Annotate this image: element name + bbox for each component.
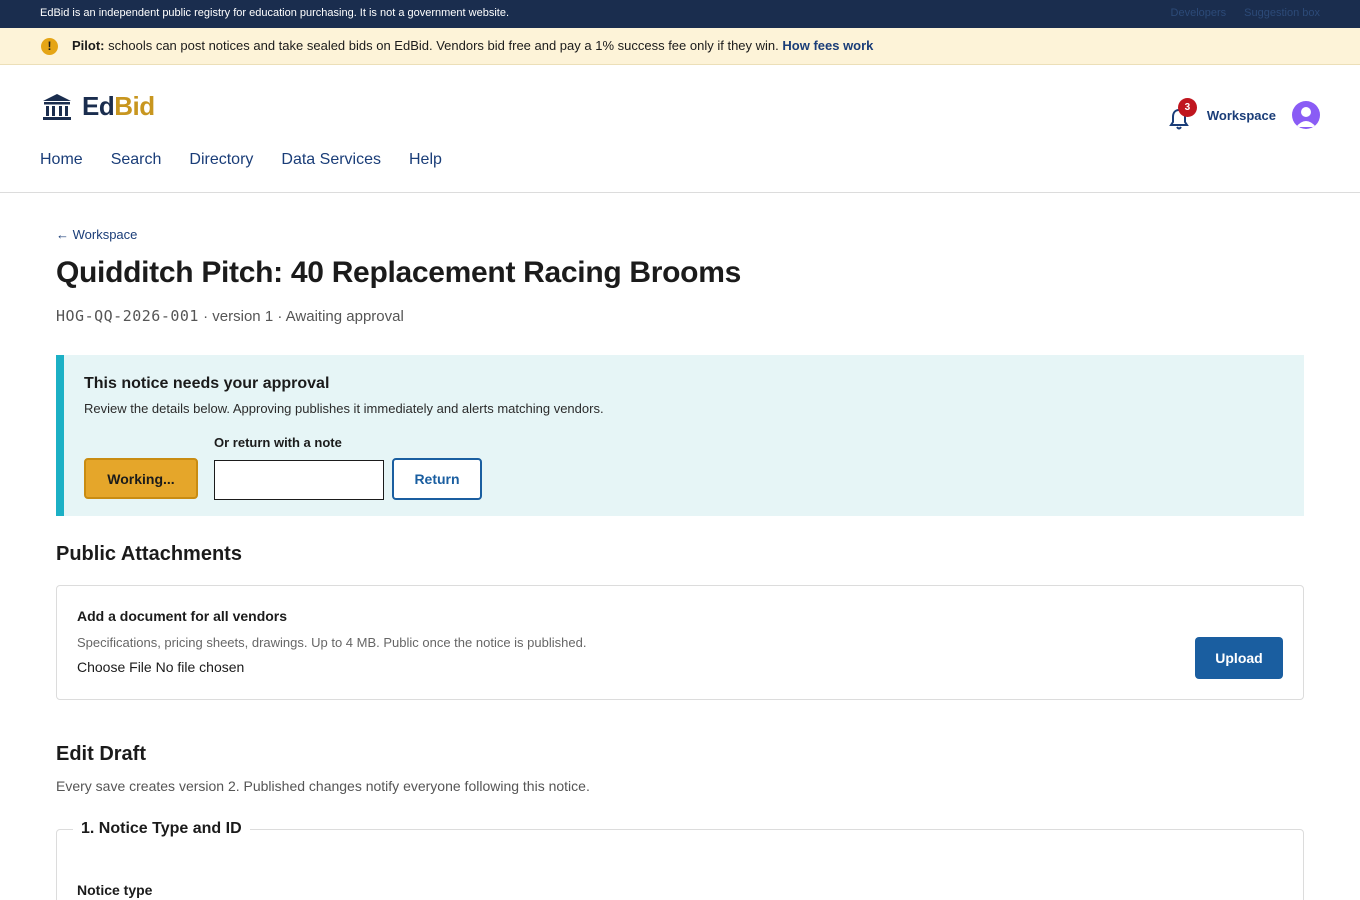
- logo-text: EdBid: [82, 91, 155, 121]
- upload-button[interactable]: Upload: [1195, 637, 1283, 679]
- approve-button[interactable]: Working...: [84, 458, 198, 499]
- building-icon: [43, 93, 71, 120]
- attachment-card: Add a document for all vendors Specifica…: [56, 585, 1304, 700]
- page-title: Quidditch Pitch: 40 Replacement Racing B…: [56, 256, 741, 289]
- edit-draft-heading: Edit Draft: [56, 743, 146, 765]
- notice-status: · version 1 · Awaiting approval: [198, 308, 404, 325]
- avatar[interactable]: [1292, 101, 1320, 129]
- disclaimer-text: EdBid is an independent public registry …: [40, 7, 509, 19]
- top-banner: EdBid is an independent public registry …: [0, 0, 1360, 28]
- return-button[interactable]: Return: [392, 458, 482, 500]
- add-document-heading: Add a document for all vendors: [77, 608, 288, 624]
- notifications-button[interactable]: 3: [1168, 98, 1197, 130]
- how-fees-work-link[interactable]: How fees work: [782, 38, 873, 53]
- notice-meta: HOG-QQ-2026-001 · version 1 · Awaiting a…: [56, 307, 404, 325]
- notice-type-fieldset: 1. Notice Type and ID Notice type: [56, 820, 1304, 900]
- attachment-hint: Specifications, pricing sheets, drawings…: [77, 635, 587, 650]
- approval-heading: This notice needs your approval: [84, 375, 330, 392]
- file-chooser[interactable]: Choose File No file chosen: [77, 659, 244, 675]
- nav-data-services[interactable]: Data Services: [281, 151, 381, 169]
- approval-panel: This notice needs your approval Review t…: [56, 355, 1304, 516]
- user-icon: [1296, 107, 1316, 127]
- warning-icon: !: [41, 38, 58, 55]
- nav-search[interactable]: Search: [111, 151, 162, 169]
- section-legend: 1. Notice Type and ID: [73, 820, 250, 838]
- nav-home[interactable]: Home: [40, 151, 83, 169]
- logo[interactable]: EdBid: [42, 91, 155, 122]
- developers-link[interactable]: Developers: [1171, 7, 1227, 19]
- attachments-heading: Public Attachments: [56, 543, 242, 565]
- main-nav: Home Search Directory Data Services Help: [40, 151, 442, 169]
- pilot-label: Pilot:: [72, 38, 105, 53]
- top-links: Developers Suggestion box: [1171, 7, 1320, 19]
- header-actions: 3 Workspace: [1168, 98, 1320, 130]
- notification-count-badge: 3: [1177, 98, 1197, 117]
- edit-draft-description: Every save creates version 2. Published …: [56, 778, 590, 794]
- site-header: EdBid 3 Workspace Home Search Directory …: [0, 65, 1360, 193]
- return-note-input[interactable]: [214, 460, 384, 500]
- pilot-text: Pilot: schools can post notices and take…: [72, 38, 873, 53]
- approval-description: Review the details below. Approving publ…: [84, 401, 604, 416]
- workspace-link[interactable]: Workspace: [1207, 108, 1276, 123]
- back-to-workspace-link[interactable]: ← Workspace: [56, 227, 137, 242]
- pilot-message: schools can post notices and take sealed…: [108, 38, 779, 53]
- return-note-label: Or return with a note: [214, 435, 342, 450]
- nav-help[interactable]: Help: [409, 151, 442, 169]
- notice-type-label: Notice type: [77, 882, 153, 898]
- notice-id: HOG-QQ-2026-001: [56, 307, 199, 325]
- suggestion-box-link[interactable]: Suggestion box: [1244, 7, 1320, 19]
- nav-directory[interactable]: Directory: [189, 151, 253, 169]
- pilot-banner: ! Pilot: schools can post notices and ta…: [0, 28, 1360, 65]
